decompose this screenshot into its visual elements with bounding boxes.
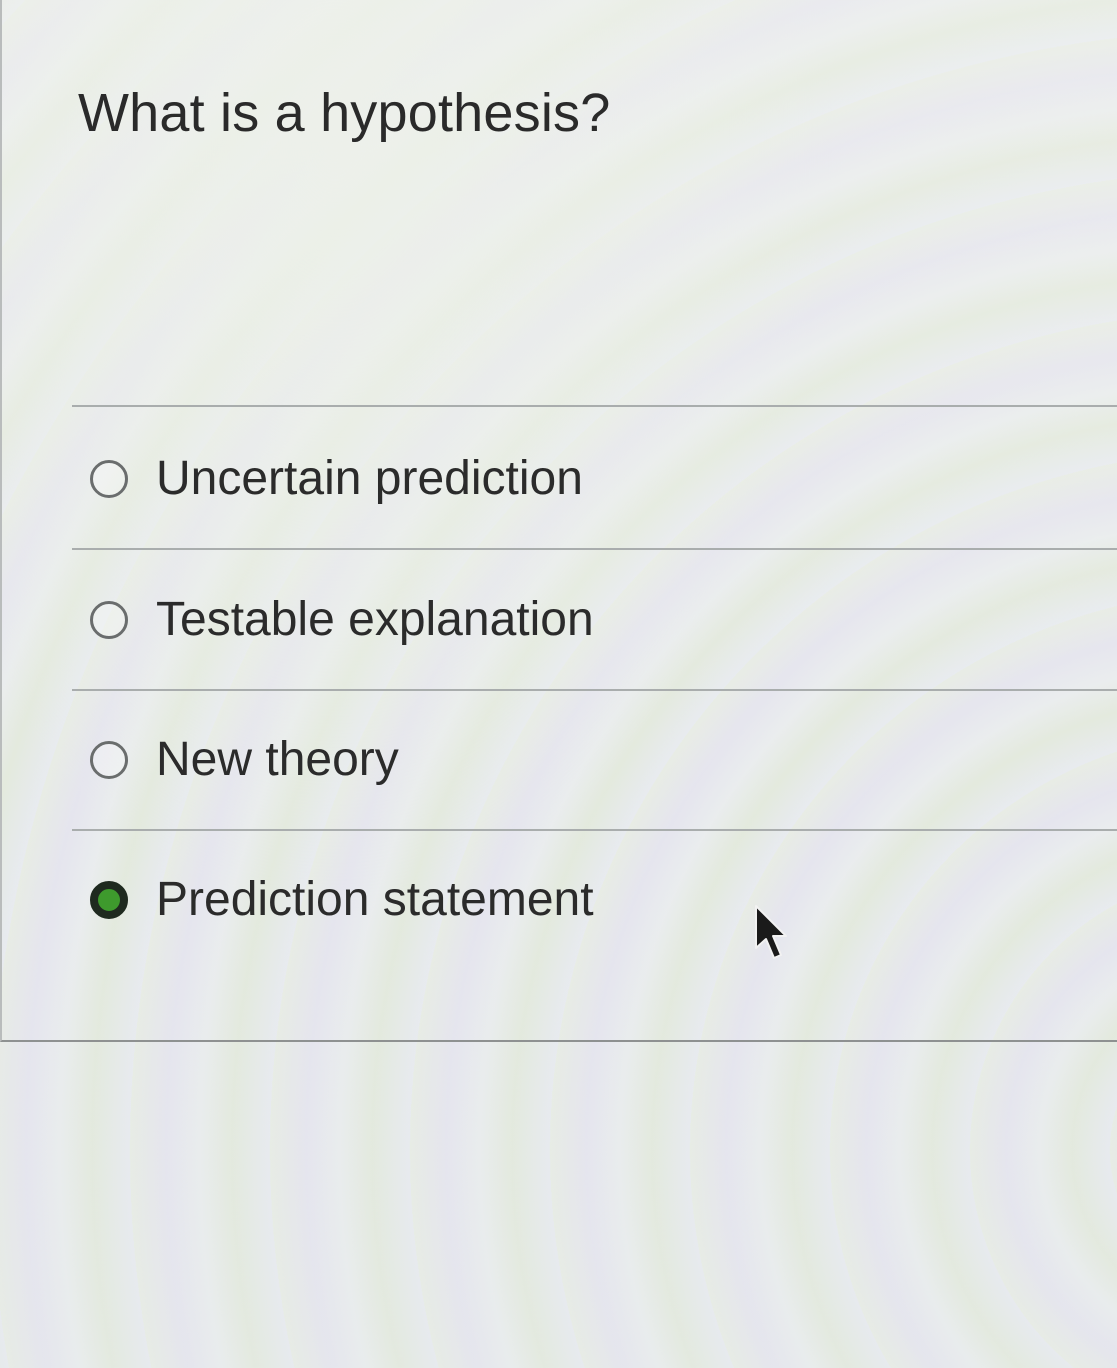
- answer-option-new-theory[interactable]: New theory: [86, 727, 1066, 797]
- radio-button-unselected[interactable]: [90, 460, 128, 498]
- divider: [72, 405, 1117, 407]
- option-label: Uncertain prediction: [156, 452, 583, 505]
- radio-button-unselected[interactable]: [90, 741, 128, 779]
- option-label: New theory: [156, 733, 399, 786]
- answer-option-uncertain-prediction[interactable]: Uncertain prediction: [86, 446, 1066, 516]
- answer-option-prediction-statement[interactable]: Prediction statement: [86, 867, 1066, 937]
- question-card: What is a hypothesis? Uncertain predicti…: [0, 0, 1117, 1042]
- answer-option-testable-explanation[interactable]: Testable explanation: [86, 587, 1066, 657]
- option-label: Prediction statement: [156, 873, 594, 926]
- divider: [72, 548, 1117, 550]
- radio-button-selected[interactable]: [90, 881, 128, 919]
- divider: [72, 689, 1117, 691]
- question-text: What is a hypothesis?: [78, 83, 611, 143]
- radio-button-unselected[interactable]: [90, 601, 128, 639]
- option-label: Testable explanation: [156, 593, 594, 646]
- divider: [72, 829, 1117, 831]
- mouse-pointer-icon: [755, 905, 787, 959]
